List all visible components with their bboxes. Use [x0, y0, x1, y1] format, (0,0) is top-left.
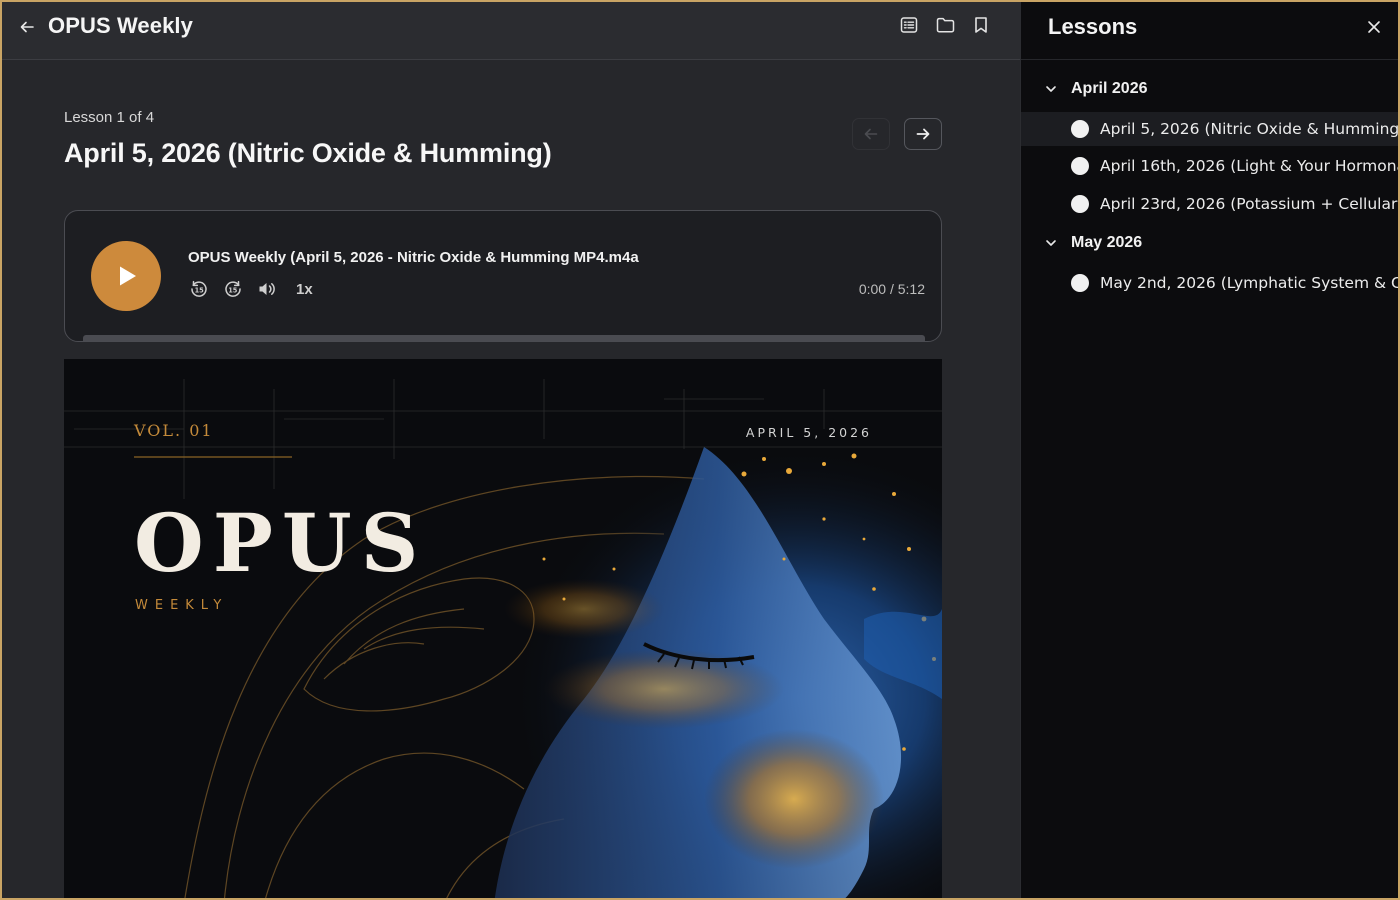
cover-date: APRIL 5, 2026	[746, 425, 872, 440]
lesson-item-label: April 16th, 2026 (Light & Your Hormonal …	[1100, 157, 1398, 175]
cover-volume: VOL. 01	[133, 421, 214, 440]
lesson-item-april-5[interactable]: April 5, 2026 (Nitric Oxide & Humming)	[1021, 112, 1398, 146]
lesson-status-radio	[1071, 120, 1089, 138]
group-april-2026[interactable]: April 2026	[1043, 80, 1147, 98]
rewind-15-icon[interactable]: 15	[188, 278, 210, 300]
group-may-2026[interactable]: May 2026	[1043, 234, 1142, 252]
group-label: May 2026	[1071, 234, 1143, 251]
group-label: April 2026	[1071, 80, 1148, 97]
lesson-navigation	[852, 118, 942, 150]
lesson-status-radio	[1071, 195, 1089, 213]
lesson-status-radio	[1071, 274, 1089, 292]
lessons-panel-header: Lessons	[1021, 2, 1398, 60]
lesson-item-label: May 2nd, 2026 (Lymphatic System & Circul…	[1100, 274, 1398, 292]
play-icon	[120, 266, 136, 286]
playback-speed-button[interactable]: 1x	[296, 281, 313, 298]
cover-brand: OPUS	[134, 496, 427, 590]
lesson-title: April 5, 2026 (Nitric Oxide & Humming)	[64, 138, 552, 168]
cover-subtitle: WEEKLY	[135, 598, 228, 613]
lesson-item-may-2[interactable]: May 2nd, 2026 (Lymphatic System & Circul…	[1021, 266, 1398, 300]
lesson-cover-image: VOL. 01 APRIL 5, 2026 OPUS WEEKLY	[64, 359, 942, 898]
app-window: OPUS Weekly Lesson 1 of 4 April 5, 2026 …	[2, 2, 1398, 898]
bookmark-icon[interactable]	[970, 14, 992, 36]
top-toolbar	[898, 14, 992, 36]
chevron-down-icon	[1043, 81, 1059, 97]
svg-text:15: 15	[195, 286, 205, 294]
folder-icon[interactable]	[934, 14, 956, 36]
lessons-panel: Lessons April 2026 April 5, 2026 (Nitric…	[1020, 2, 1398, 898]
lesson-counter: Lesson 1 of 4	[64, 109, 155, 126]
close-icon[interactable]	[1363, 16, 1385, 38]
player-controls: 15 15 1x	[188, 278, 313, 300]
svg-text:15: 15	[228, 286, 238, 294]
notes-icon[interactable]	[898, 14, 920, 36]
lesson-status-radio	[1071, 157, 1089, 175]
audio-player: OPUS Weekly (April 5, 2026 - Nitric Oxid…	[64, 210, 942, 342]
lesson-item-april-23[interactable]: April 23rd, 2026 (Potassium + Cellular C…	[1021, 187, 1398, 221]
chevron-down-icon	[1043, 235, 1059, 251]
lesson-item-label: April 23rd, 2026 (Potassium + Cellular C…	[1100, 195, 1398, 213]
lesson-item-label: April 5, 2026 (Nitric Oxide & Humming)	[1100, 120, 1398, 138]
lesson-item-april-16[interactable]: April 16th, 2026 (Light & Your Hormonal …	[1021, 149, 1398, 183]
arrow-left-icon	[864, 128, 878, 140]
play-button[interactable]	[91, 241, 161, 311]
progress-bar[interactable]	[83, 335, 925, 341]
back-arrow-icon[interactable]	[16, 16, 38, 38]
lessons-panel-title: Lessons	[1048, 14, 1138, 39]
arrow-right-icon	[916, 128, 930, 140]
app-title: OPUS Weekly	[48, 13, 193, 38]
track-name: OPUS Weekly (April 5, 2026 - Nitric Oxid…	[188, 249, 639, 266]
next-lesson-button[interactable]	[904, 118, 942, 150]
top-bar: OPUS Weekly	[2, 2, 1020, 60]
forward-15-icon[interactable]: 15	[222, 278, 244, 300]
volume-icon[interactable]	[256, 278, 278, 300]
previous-lesson-button[interactable]	[852, 118, 890, 150]
main-content: OPUS Weekly Lesson 1 of 4 April 5, 2026 …	[2, 2, 1020, 898]
playback-time: 0:00 / 5:12	[858, 281, 925, 297]
